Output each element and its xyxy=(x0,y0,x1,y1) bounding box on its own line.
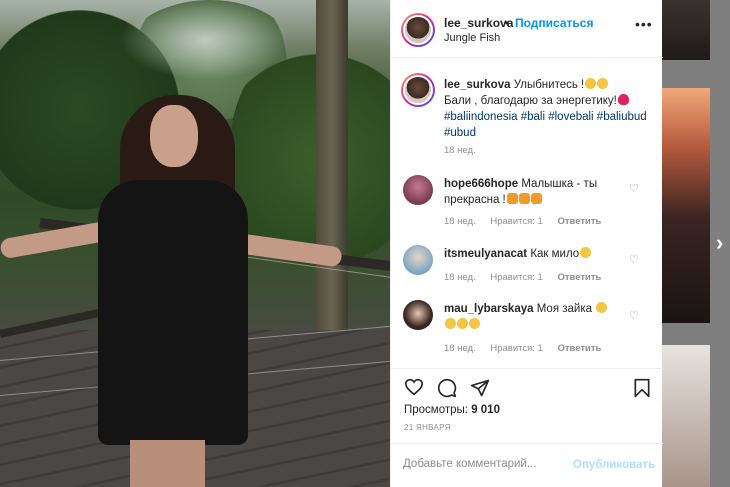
comment-meta: 18 нед. Нравится: 1 Ответить xyxy=(444,343,613,354)
post-side-panel: lee_surkova • Подписаться Jungle Fish ••… xyxy=(390,0,663,487)
bookmark-icon[interactable] xyxy=(633,378,651,401)
comment-username[interactable]: mau_lybarskaya xyxy=(444,303,534,315)
post-video[interactable] xyxy=(0,0,390,487)
tiger-emoji-icon xyxy=(530,193,542,204)
reply-button[interactable]: Ответить xyxy=(557,343,601,354)
views-value: 9 010 xyxy=(471,404,500,416)
caption-username[interactable]: lee_surkova xyxy=(444,79,511,91)
comment-input[interactable] xyxy=(403,458,563,470)
caption-hashtags[interactable]: #baliindonesia #bali #lovebali #baliubud… xyxy=(444,111,647,139)
tiger-emoji-icon xyxy=(506,193,518,204)
emoji-icon xyxy=(445,318,456,329)
separator-dot: • xyxy=(505,16,510,30)
follow-button[interactable]: Подписаться xyxy=(515,16,593,30)
emoji-icon xyxy=(469,318,480,329)
add-comment-bar: Опубликовать xyxy=(391,443,663,487)
header-username[interactable]: lee_surkova xyxy=(444,16,513,30)
comment-likes[interactable]: Нравится: 1 xyxy=(490,343,542,354)
views-label: Просмотры: xyxy=(404,404,468,416)
heart-eyes-emoji-icon xyxy=(580,247,592,258)
comment-timestamp: 18 нед. xyxy=(444,343,476,354)
comment-icon[interactable] xyxy=(437,378,457,401)
background-thumbnail xyxy=(662,0,710,60)
comment-meta: 18 нед. Нравится: 1 Ответить xyxy=(444,216,613,227)
post-header: lee_surkova • Подписаться Jungle Fish ••… xyxy=(391,0,663,58)
emoji-icon xyxy=(457,318,468,329)
comment-username[interactable]: itsmeulyanacat xyxy=(444,248,527,260)
comment-timestamp: 18 нед. xyxy=(444,272,476,283)
avatar[interactable] xyxy=(403,300,433,330)
comment-timestamp: 18 нед. xyxy=(444,216,476,227)
tiger-emoji-icon xyxy=(518,193,530,204)
comment-username[interactable]: hope666hope xyxy=(444,178,518,190)
heart-icon[interactable]: ♡ xyxy=(629,182,639,195)
heart-icon[interactable]: ♡ xyxy=(629,309,639,322)
caption-line-1: Улыбнитесь ! xyxy=(513,79,585,91)
caption-text: lee_surkova Улыбнитесь ! Бали , благодар… xyxy=(444,77,654,141)
chevron-right-icon[interactable]: › xyxy=(716,230,723,256)
view-count[interactable]: Просмотры: 9 010 xyxy=(404,404,500,416)
emoji-icon xyxy=(585,78,597,89)
avatar[interactable] xyxy=(401,13,435,47)
caption-timestamp: 18 нед. xyxy=(444,145,476,156)
comment-likes[interactable]: Нравится: 1 xyxy=(490,216,542,227)
heart-icon[interactable] xyxy=(404,378,424,399)
comment-text: Как мило xyxy=(530,248,580,260)
reply-button[interactable]: Ответить xyxy=(557,216,601,227)
location-link[interactable]: Jungle Fish xyxy=(444,32,500,44)
person-face xyxy=(150,105,198,167)
background-thumbnail xyxy=(662,88,710,323)
comment-likes[interactable]: Нравится: 1 xyxy=(490,272,542,283)
share-icon[interactable] xyxy=(470,378,490,401)
avatar[interactable] xyxy=(403,175,433,205)
post-date: 21 ЯНВАРЯ xyxy=(404,423,451,432)
background-thumbnail xyxy=(662,345,710,487)
avatar[interactable] xyxy=(403,245,433,275)
emoji-icon xyxy=(596,302,608,313)
person-dress xyxy=(98,180,248,445)
more-options-icon[interactable]: ••• xyxy=(635,16,653,32)
comment-text: Моя зайка xyxy=(536,303,593,315)
avatar[interactable] xyxy=(401,73,435,107)
heart-icon[interactable]: ♡ xyxy=(629,253,639,266)
action-bar xyxy=(391,368,663,404)
comment-meta: 18 нед. Нравится: 1 Ответить xyxy=(444,272,613,283)
publish-button[interactable]: Опубликовать xyxy=(573,459,655,471)
caption-line-2: Бали , благодарю за энергетику! xyxy=(444,95,617,107)
reply-button[interactable]: Ответить xyxy=(557,272,601,283)
emoji-icon xyxy=(597,78,609,89)
red-heart-icon xyxy=(617,94,629,105)
